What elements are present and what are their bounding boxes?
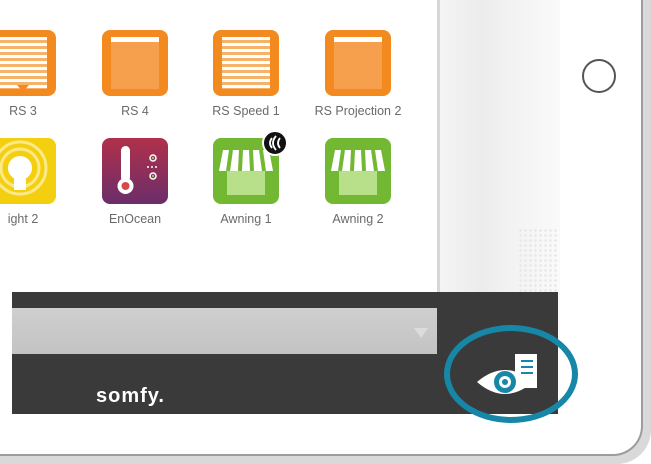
tile-light-2[interactable]: ight 2: [0, 138, 78, 226]
thermometer-icon: [102, 138, 168, 204]
awning-icon: [325, 138, 391, 204]
app-screen: RS 3 RS 4 RS Speed 1 RS Projection 2 igh…: [0, 0, 437, 292]
tile-enocean[interactable]: EnOcean: [80, 138, 190, 226]
status-bar[interactable]: [12, 308, 437, 354]
tile-rs-3[interactable]: RS 3: [0, 30, 78, 118]
tile-label: RS 3: [9, 104, 37, 118]
brand-logo: somfy.: [96, 385, 165, 407]
roller-shutter-icon: [325, 30, 391, 96]
tile-label: ight 2: [7, 212, 39, 226]
dropdown-arrow-icon[interactable]: [414, 328, 428, 338]
eye-document-icon: [477, 354, 537, 394]
screen-edge: [437, 0, 440, 292]
home-button[interactable]: [582, 59, 616, 93]
tile-rs-projection-2[interactable]: RS Projection 2: [303, 30, 413, 118]
tile-rs-4[interactable]: RS 4: [80, 30, 190, 118]
roller-shutter-icon: [213, 30, 279, 96]
tile-rs-speed-1[interactable]: RS Speed 1: [191, 30, 301, 118]
tile-label: RS 4: [121, 104, 149, 118]
tile-label: RS Speed 1: [212, 104, 280, 118]
radio-signal-icon: [262, 130, 288, 156]
tile-label: RS Projection 2: [314, 104, 402, 118]
tile-label: Awning 1: [220, 212, 272, 226]
tile-awning-2[interactable]: Awning 2: [303, 138, 413, 226]
light-bulb-icon: [0, 138, 56, 204]
roller-shutter-icon: [0, 30, 56, 96]
tile-label: Awning 2: [332, 212, 384, 226]
roller-shutter-icon: [102, 30, 168, 96]
tile-label: EnOcean: [108, 212, 162, 226]
